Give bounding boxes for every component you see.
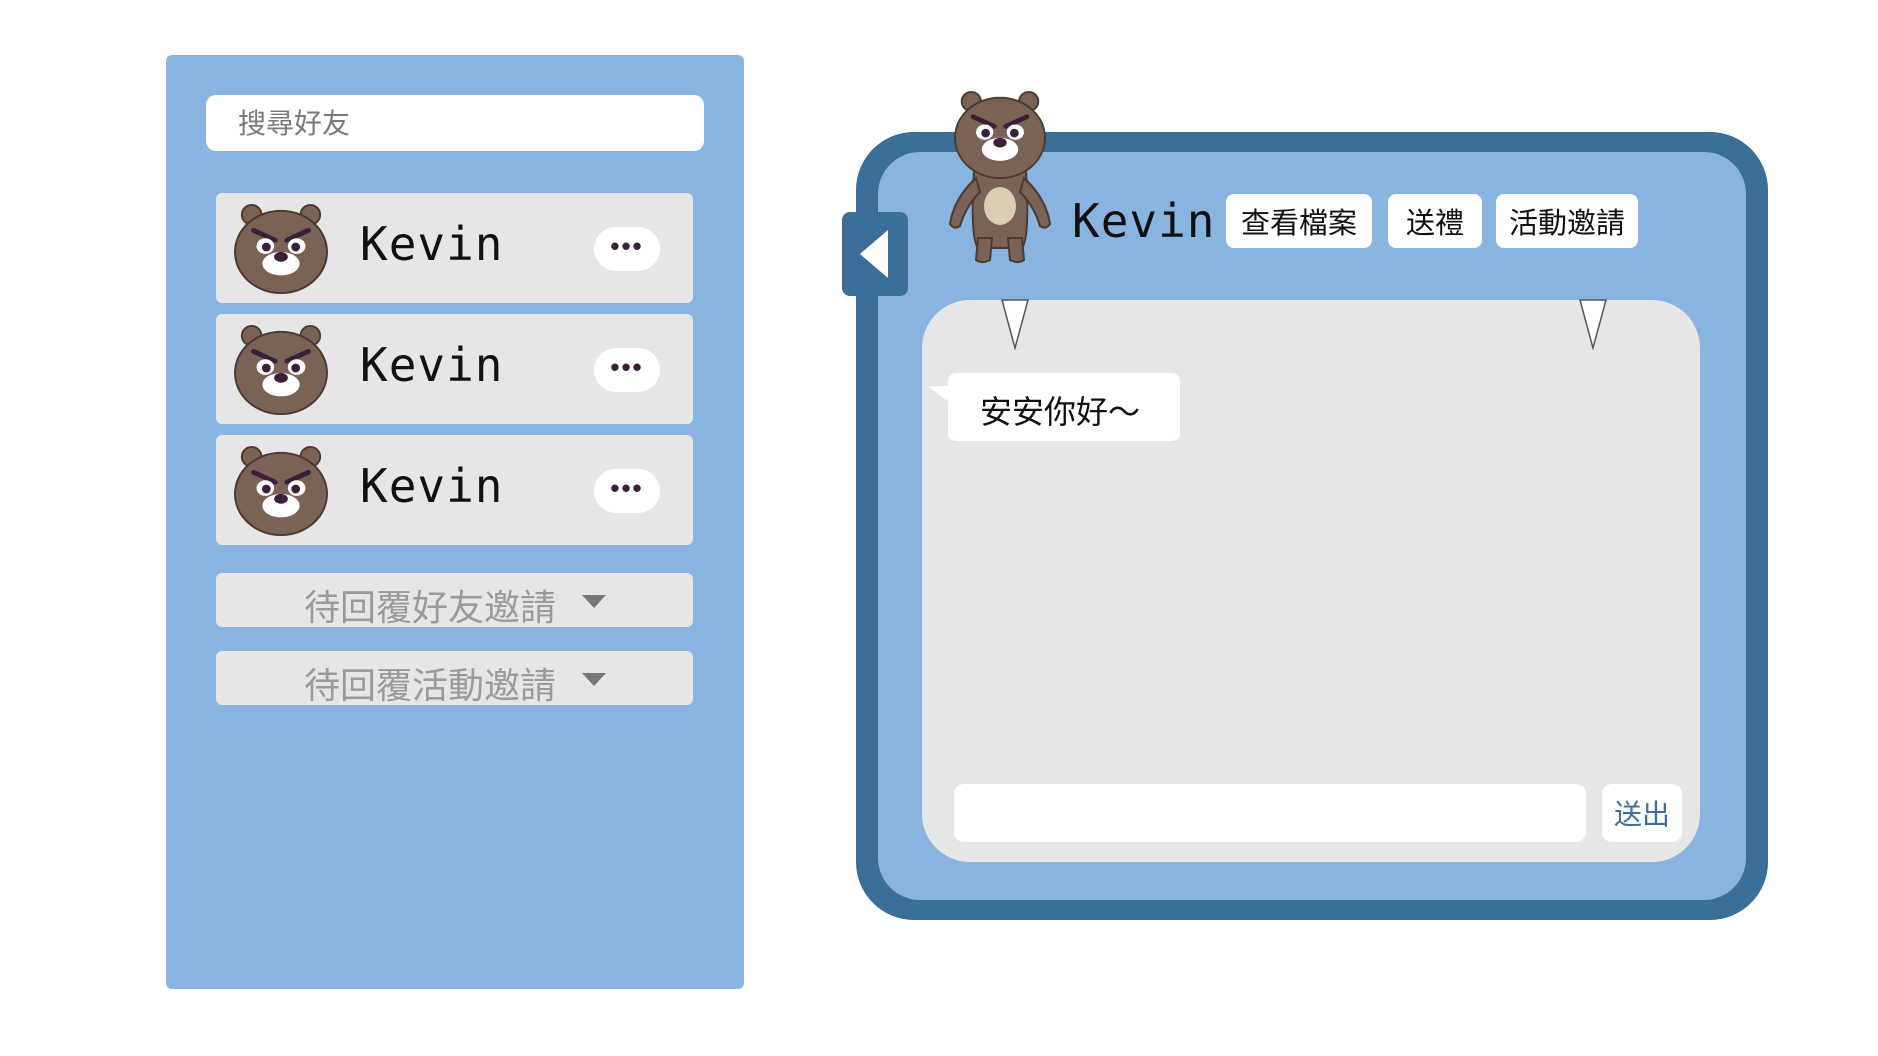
more-options-button[interactable]: ••• bbox=[594, 469, 660, 513]
ellipsis-icon: ••• bbox=[610, 231, 644, 261]
pending-friend-requests-toggle[interactable]: 待回覆好友邀請 bbox=[216, 573, 693, 628]
chat-contact-name: Kevin bbox=[1072, 194, 1216, 248]
ellipsis-icon: ••• bbox=[610, 352, 644, 382]
back-arrow-icon bbox=[860, 230, 888, 278]
collapse-chat-button[interactable] bbox=[842, 212, 908, 296]
bear-mascot-icon bbox=[948, 88, 1052, 263]
friend-row[interactable]: Kevin ••• bbox=[216, 314, 693, 424]
friend-name: Kevin bbox=[360, 217, 504, 271]
send-gift-button[interactable]: 送禮 bbox=[1388, 194, 1482, 248]
friend-row[interactable]: Kevin ••• bbox=[216, 435, 693, 545]
friend-row[interactable]: Kevin ••• bbox=[216, 193, 693, 303]
message-text: 安安你好～ bbox=[980, 393, 1141, 431]
message-bubble: 安安你好～ bbox=[948, 373, 1180, 441]
search-friends-input[interactable] bbox=[206, 95, 704, 151]
view-profile-button[interactable]: 查看檔案 bbox=[1226, 194, 1372, 248]
event-invite-button[interactable]: 活動邀請 bbox=[1496, 194, 1638, 248]
bear-avatar-icon bbox=[232, 324, 330, 416]
message-input[interactable] bbox=[954, 784, 1586, 842]
friend-name: Kevin bbox=[360, 338, 504, 392]
caret-down-icon bbox=[582, 673, 606, 686]
friend-panel: Kevin ••• Kevin ••• Kevin ••• 待回覆好友邀請 待回… bbox=[166, 55, 744, 989]
caret-down-icon bbox=[582, 595, 606, 608]
pending-friend-requests-label: 待回覆好友邀請 bbox=[304, 587, 557, 628]
more-options-button[interactable]: ••• bbox=[594, 348, 660, 392]
pending-event-invites-label: 待回覆活動邀請 bbox=[304, 665, 557, 706]
pending-event-invites-toggle[interactable]: 待回覆活動邀請 bbox=[216, 651, 693, 706]
bear-avatar-icon bbox=[232, 445, 330, 537]
bear-avatar-icon bbox=[232, 203, 330, 295]
friend-name: Kevin bbox=[360, 459, 504, 513]
ellipsis-icon: ••• bbox=[610, 473, 644, 503]
more-options-button[interactable]: ••• bbox=[594, 227, 660, 271]
send-button[interactable]: 送出 bbox=[1602, 784, 1682, 842]
